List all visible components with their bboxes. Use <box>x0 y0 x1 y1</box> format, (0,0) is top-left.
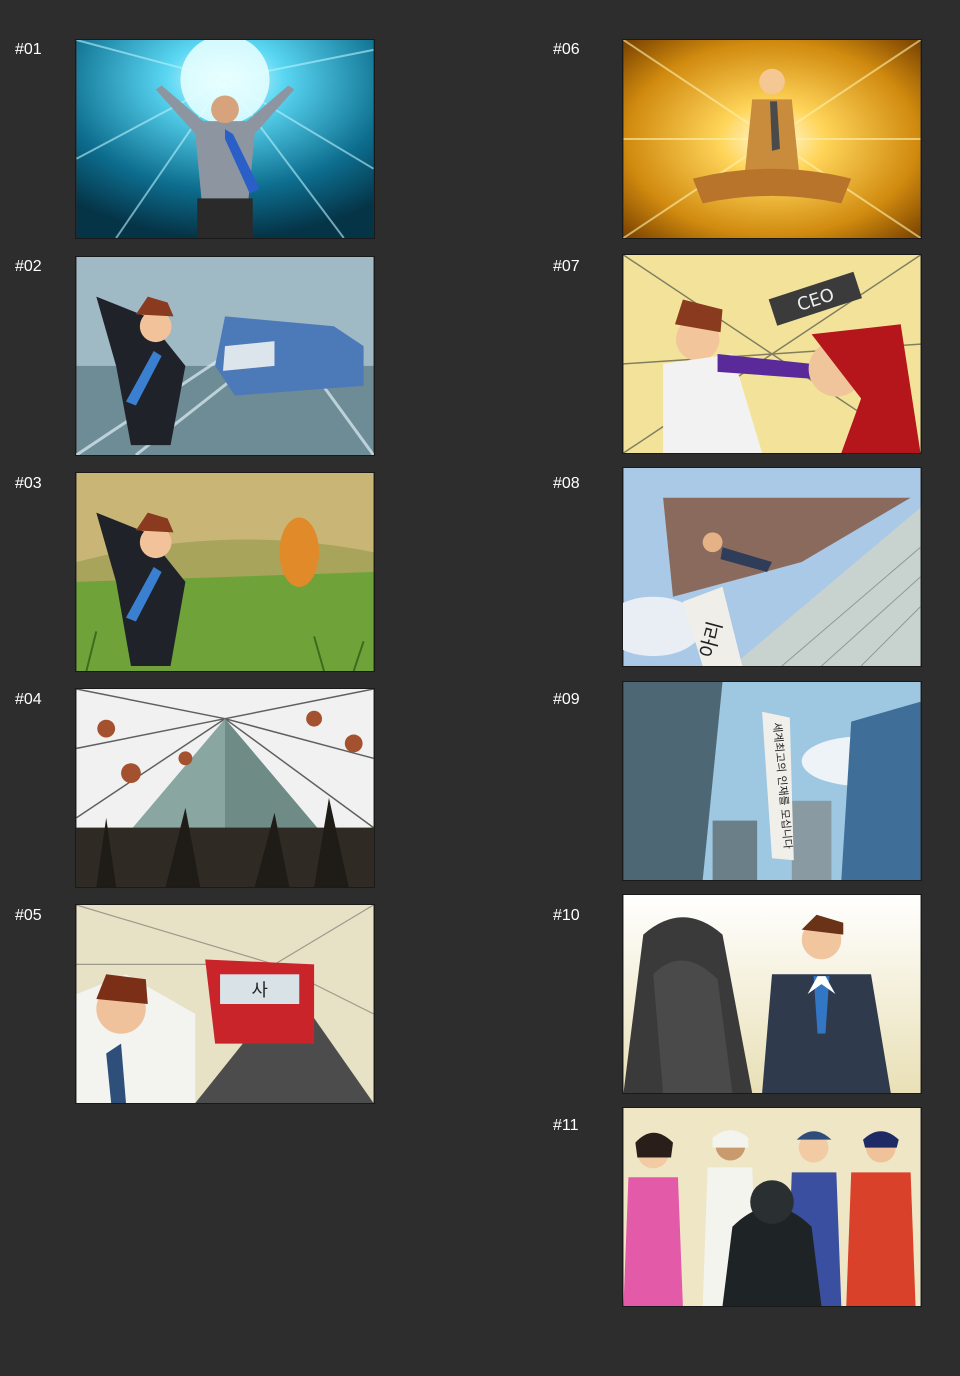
storyboard-page: #01 #02 #03 #04 #05 사 #06 #07 CEO #08 아리… <box>0 0 960 1376</box>
panel-01-art <box>76 40 374 238</box>
panel-06-image <box>622 39 922 239</box>
panel-label-07: #07 <box>553 258 580 275</box>
panel-label-10: #10 <box>553 907 580 924</box>
panel-01-image <box>75 39 375 239</box>
panel-11-image <box>622 1107 922 1307</box>
panel-06-art <box>623 40 921 238</box>
panel-02-art <box>76 257 374 455</box>
panel-label-11: #11 <box>553 1117 579 1134</box>
bus-sign-text: 사 <box>251 980 267 1001</box>
panel-07-art: CEO <box>623 255 921 453</box>
panel-label-05: #05 <box>15 907 42 924</box>
panel-08-art: 아리 <box>623 468 921 666</box>
panel-label-04: #04 <box>15 691 42 708</box>
panel-label-02: #02 <box>15 258 42 275</box>
panel-02-image <box>75 256 375 456</box>
panel-label-01: #01 <box>15 41 42 58</box>
panel-11-art <box>623 1108 921 1306</box>
panel-03-image <box>75 472 375 672</box>
panel-label-08: #08 <box>553 475 580 492</box>
panel-10-image <box>622 894 922 1094</box>
panel-label-06: #06 <box>553 41 580 58</box>
panel-09-art: 세계최고의 인재를 모십니다 <box>623 682 921 880</box>
panel-05-image: 사 <box>75 904 375 1104</box>
panel-08-image: 아리 <box>622 467 922 667</box>
panel-05-art: 사 <box>76 905 374 1103</box>
panel-04-image <box>75 688 375 888</box>
panel-07-image: CEO <box>622 254 922 454</box>
panel-label-09: #09 <box>553 691 580 708</box>
panel-label-03: #03 <box>15 475 42 492</box>
panel-10-art <box>623 895 921 1093</box>
panel-09-image: 세계최고의 인재를 모십니다 <box>622 681 922 881</box>
panel-03-art <box>76 473 374 671</box>
panel-04-art <box>76 689 374 887</box>
